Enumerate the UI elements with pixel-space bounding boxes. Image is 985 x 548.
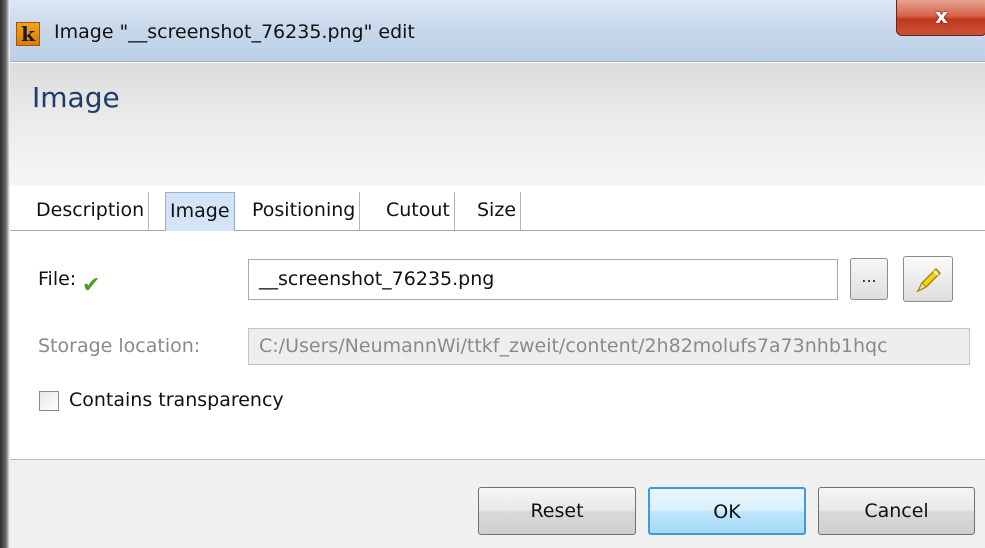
- tab-size[interactable]: Size: [473, 192, 522, 231]
- tab-bar: Description Image Positioning Cutout Siz…: [10, 186, 985, 231]
- check-icon: ✔: [82, 273, 101, 298]
- dialog-window: k Image "__screenshot_76235.png" edit x …: [0, 0, 985, 548]
- storage-location-label: Storage location:: [38, 335, 201, 357]
- file-label: File:: [38, 268, 77, 290]
- tab-cutout[interactable]: Cutout: [382, 192, 455, 231]
- tab-description[interactable]: Description: [32, 192, 150, 231]
- tab-image[interactable]: Image: [165, 192, 235, 231]
- app-logo-icon: k: [16, 22, 40, 46]
- browse-button[interactable]: ...: [850, 258, 888, 300]
- title-bar[interactable]: k Image "__screenshot_76235.png" edit x: [10, 0, 985, 62]
- transparency-checkbox[interactable]: [39, 391, 59, 411]
- reset-button[interactable]: Reset: [478, 487, 636, 535]
- file-field[interactable]: __screenshot_76235.png: [248, 259, 838, 300]
- cancel-button[interactable]: Cancel: [818, 487, 975, 535]
- pencil-icon: [916, 267, 942, 293]
- window-title: Image "__screenshot_76235.png" edit: [54, 21, 415, 43]
- edit-image-button[interactable]: [903, 256, 953, 302]
- button-bar: Reset OK Cancel: [10, 459, 985, 548]
- header-area: Image: [10, 63, 985, 186]
- ok-button[interactable]: OK: [648, 487, 806, 535]
- tab-positioning[interactable]: Positioning: [248, 192, 361, 231]
- transparency-label[interactable]: Contains transparency: [69, 389, 284, 411]
- storage-location-field: C:/Users/NeumannWi/ttkf_zweit/content/2h…: [248, 328, 970, 365]
- page-title: Image: [32, 81, 120, 114]
- close-button[interactable]: x: [896, 0, 985, 36]
- window-shadow: [0, 0, 10, 548]
